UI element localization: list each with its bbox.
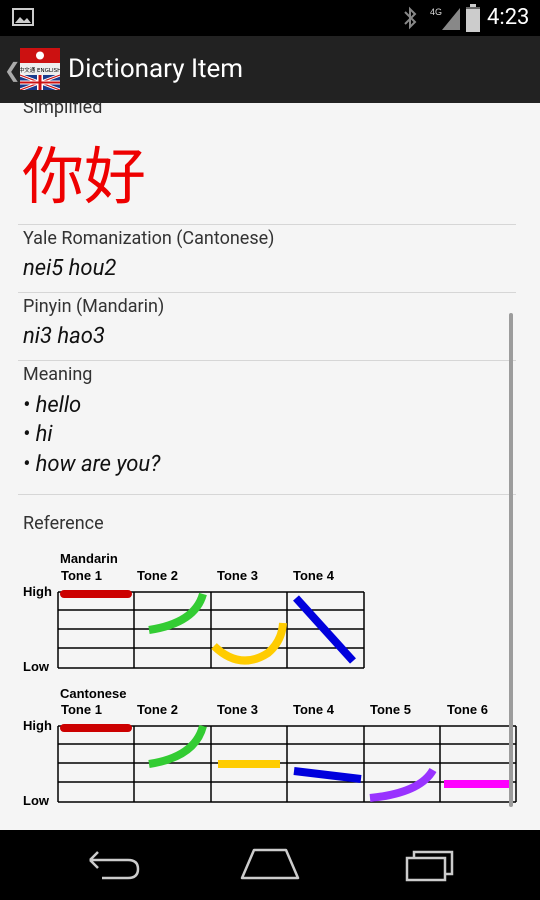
battery-icon [466, 4, 480, 32]
cantonese-tone-5-contour [369, 767, 437, 802]
tone-label: Tone 3 [217, 568, 258, 583]
recent-apps-icon[interactable] [378, 830, 478, 900]
navigation-bar [0, 830, 540, 900]
meaning-item: • how are you? [23, 452, 161, 477]
divider [18, 224, 516, 225]
high-label: High [23, 584, 52, 599]
tone-label: Tone 2 [137, 568, 178, 583]
status-clock: 4:23 [487, 5, 530, 30]
tone-label: Tone 4 [293, 568, 335, 583]
mandarin-grid [57, 591, 365, 669]
low-label: Low [23, 793, 50, 808]
chinese-characters: 你好 [22, 140, 147, 213]
reference-label: Reference [23, 513, 104, 534]
yale-value: nei5 hou2 [23, 256, 117, 281]
tone-label: Tone 5 [370, 702, 411, 717]
pinyin-label: Pinyin (Mandarin) [23, 296, 165, 317]
mandarin-tone-2-contour [148, 592, 207, 634]
up-chevron-icon[interactable]: ❮ [4, 58, 21, 82]
meaning-label: Meaning [23, 364, 93, 385]
tone-label: Tone 3 [217, 702, 258, 717]
simplified-label: Simplified [23, 103, 103, 118]
meaning-item: • hi [23, 422, 53, 447]
cantonese-tone-2-contour [148, 724, 207, 768]
cantonese-tone-4-contour [293, 767, 362, 783]
status-bar: 4G 4:23 [0, 0, 540, 36]
bluetooth-icon [404, 6, 417, 30]
gallery-icon [12, 8, 34, 26]
tone-label: Tone 4 [293, 702, 335, 717]
low-label: Low [23, 659, 50, 674]
tone-label: Tone 1 [61, 568, 102, 583]
page-title: Dictionary Item [68, 54, 244, 84]
pinyin-value: ni3 hao3 [23, 324, 105, 349]
divider [18, 494, 516, 495]
home-icon[interactable] [220, 830, 320, 900]
scrollbar[interactable] [509, 313, 513, 807]
dictionary-item-content[interactable]: Simplified 你好 Yale Romanization (Cantone… [0, 103, 540, 830]
action-bar: ❮ 中文通 ENGLISH Dictionary Item [0, 36, 540, 103]
divider [18, 360, 516, 361]
network-type: 4G [430, 7, 442, 17]
cantonese-grid [57, 725, 517, 803]
meaning-item: • hello [23, 393, 82, 418]
back-icon[interactable] [62, 830, 162, 900]
app-logo-icon[interactable]: 中文通 ENGLISH [20, 48, 60, 90]
svg-text:中文通 ENGLISH: 中文通 ENGLISH [20, 66, 60, 74]
tone-reference-image: Mandarin Tone 1 Tone 2 Tone 3 Tone 4 Hig… [23, 551, 517, 808]
mandarin-title: Mandarin [60, 551, 118, 566]
tone-label: Tone 1 [61, 702, 102, 717]
cantonese-title: Cantonese [60, 686, 126, 701]
signal-icon: 4G [430, 7, 460, 30]
tone-label: Tone 6 [447, 702, 488, 717]
divider [18, 292, 516, 293]
high-label: High [23, 718, 52, 733]
yale-label: Yale Romanization (Cantonese) [23, 228, 275, 249]
tone-label: Tone 2 [137, 702, 178, 717]
